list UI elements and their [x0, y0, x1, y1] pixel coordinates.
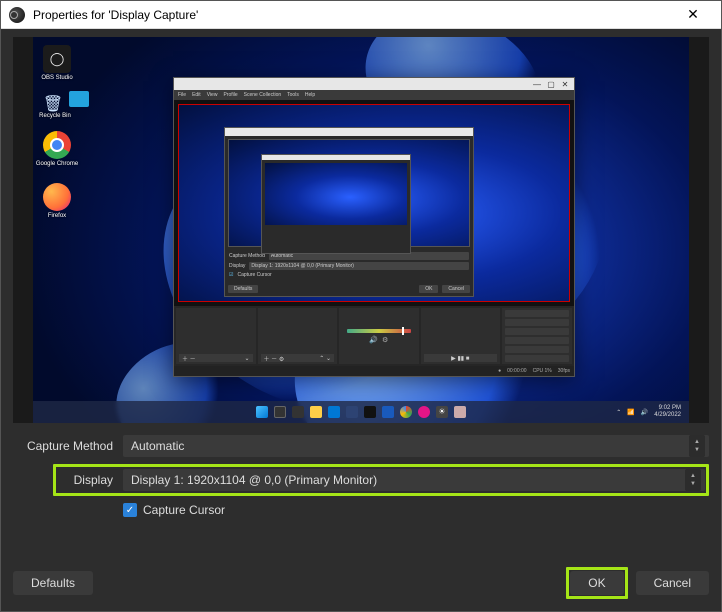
desktop-icon-firefox	[43, 183, 71, 211]
close-button[interactable]: ✕	[673, 6, 713, 23]
capture-method-label: Capture Method	[13, 439, 123, 453]
store-icon	[346, 406, 358, 418]
tray-chevron-icon: ⌃	[616, 409, 621, 416]
cancel-button[interactable]: Cancel	[636, 571, 709, 595]
defaults-button[interactable]: Defaults	[13, 571, 93, 595]
app-icon	[382, 406, 394, 418]
capture-method-value: Automatic	[131, 439, 184, 453]
obs-icon	[9, 7, 25, 23]
dialog-footer: Defaults OK Cancel	[1, 555, 721, 611]
desktop-icon-obs: ◯	[43, 45, 71, 73]
start-icon	[256, 406, 268, 418]
desktop-icon-label: OBS Studio	[35, 75, 79, 81]
desktop-icon-label: Firefox	[35, 213, 79, 219]
firefox-taskbar-icon	[418, 406, 430, 418]
select-arrows-icon[interactable]: ▲▼	[685, 469, 701, 491]
tray-wifi-icon: 📶	[627, 409, 634, 416]
display-row-highlighted: Display Display 1: 1920x1104 @ 0,0 (Prim…	[53, 464, 709, 496]
obs-taskbar-icon	[364, 406, 376, 418]
clock-time: 9:02 PM	[654, 405, 681, 412]
capture-cursor-checkbox[interactable]: ✓	[123, 503, 137, 517]
capture-method-select[interactable]: Automatic ▲▼	[123, 435, 709, 457]
edge-icon	[328, 406, 340, 418]
preview-canvas[interactable]: ◯ OBS Studio 🗑 Recycle Bin Google Chrome…	[13, 37, 709, 423]
app-icon: ☀	[436, 406, 448, 418]
window-title: Properties for 'Display Capture'	[33, 8, 673, 22]
ok-button[interactable]: OK	[570, 571, 623, 595]
display-value: Display 1: 1920x1104 @ 0,0 (Primary Moni…	[131, 473, 377, 487]
display-label: Display	[57, 473, 123, 487]
display-select[interactable]: Display 1: 1920x1104 @ 0,0 (Primary Moni…	[123, 469, 705, 491]
ok-highlight: OK	[566, 567, 627, 599]
capture-method-row: Capture Method Automatic ▲▼	[13, 435, 709, 457]
desktop-icon-generic	[69, 91, 89, 107]
taskview-icon	[292, 406, 304, 418]
explorer-icon	[310, 406, 322, 418]
capture-cursor-row: ✓ Capture Cursor	[123, 503, 709, 517]
chrome-taskbar-icon	[400, 406, 412, 418]
desktop-icon-label: Recycle Bin	[33, 113, 77, 119]
clock-date: 4/29/2022	[654, 412, 681, 419]
preview-area: ◯ OBS Studio 🗑 Recycle Bin Google Chrome…	[1, 29, 721, 427]
properties-form: Capture Method Automatic ▲▼ Display Disp…	[1, 427, 721, 517]
capture-cursor-label: Capture Cursor	[143, 503, 225, 517]
dialog-body: ◯ OBS Studio 🗑 Recycle Bin Google Chrome…	[1, 29, 721, 611]
tray-volume-icon: 🔊	[641, 409, 648, 416]
titlebar: Properties for 'Display Capture' ✕	[1, 1, 721, 29]
nested-obs-window: —▢✕ FileEditViewProfileScene CollectionT…	[173, 77, 575, 377]
select-arrows-icon[interactable]: ▲▼	[689, 435, 705, 457]
desktop-icon-chrome	[43, 131, 71, 159]
app-icon	[454, 406, 466, 418]
search-icon	[274, 406, 286, 418]
taskbar: ☀ ⌃ 📶 🔊 9:02 PM 4/29/2022	[33, 401, 689, 423]
desktop-icon-label: Google Chrome	[35, 161, 79, 167]
